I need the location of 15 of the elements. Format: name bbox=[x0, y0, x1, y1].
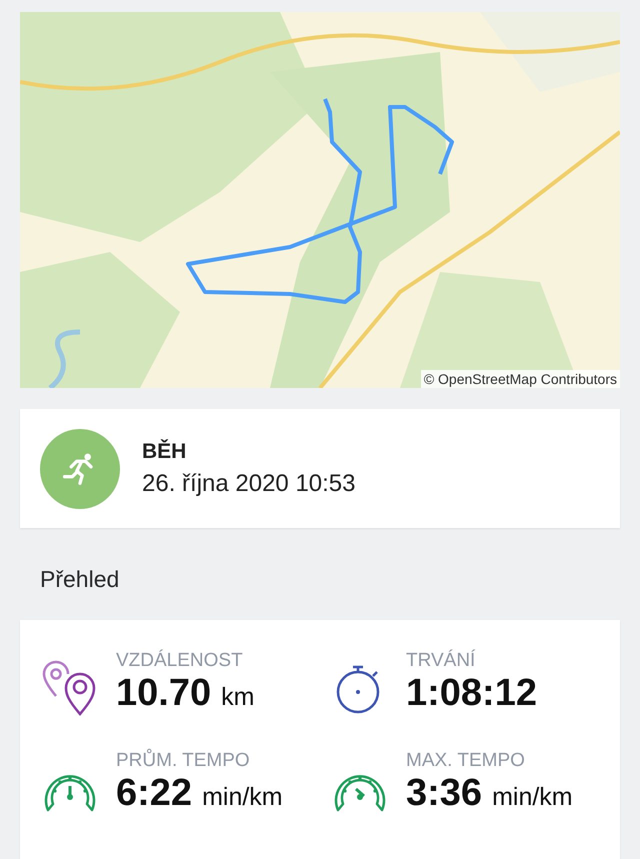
activity-type: BĚH bbox=[142, 440, 188, 464]
stat-label: TRVÁNÍ bbox=[406, 650, 476, 672]
stat-label: PRŮM. TEMPO bbox=[116, 750, 251, 772]
stat-value: 1:08:12 bbox=[406, 672, 537, 715]
stat-value: 3:36 bbox=[406, 772, 482, 815]
map-attribution: © OpenStreetMap Contributors bbox=[420, 370, 620, 388]
stat-unit: km bbox=[221, 683, 254, 712]
stat-unit: min/km bbox=[492, 783, 573, 812]
stat-label: MAX. TEMPO bbox=[406, 750, 526, 772]
stat-unit: min/km bbox=[202, 783, 283, 812]
section-title: Přehled bbox=[40, 566, 120, 594]
stat-value: 10.70 bbox=[116, 672, 212, 715]
activity-date: 26. října 2020 10:53 bbox=[142, 470, 356, 498]
stat-label: VZDÁLENOST bbox=[116, 650, 244, 672]
stat-value: 6:22 bbox=[116, 772, 192, 815]
